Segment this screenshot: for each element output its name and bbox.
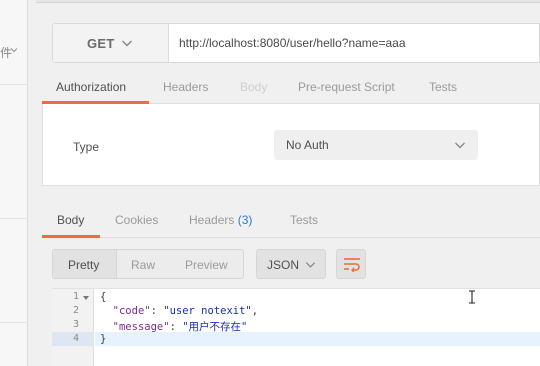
tab-authorization[interactable]: Authorization [56, 80, 126, 94]
view-mode-preview[interactable]: Preview [185, 258, 228, 272]
line-number: 4 [72, 333, 79, 344]
json-key: "code" [112, 305, 151, 317]
tab-response-tests[interactable]: Tests [290, 213, 318, 227]
request-bar: GET http://localhost:8080/user/hello?nam… [52, 23, 540, 63]
tab-body[interactable]: Body [240, 80, 267, 94]
text-cursor-icon [469, 290, 475, 304]
json-colon: : [169, 321, 183, 333]
auth-type-value: No Auth [286, 138, 329, 152]
tab-response-body[interactable]: Body [57, 213, 84, 227]
format-label: JSON [267, 258, 300, 272]
url-input[interactable]: http://localhost:8080/user/hello?name=aa… [179, 36, 406, 50]
line-number: 2 [72, 305, 79, 316]
json-string: "用户不存在" [182, 321, 248, 333]
view-mode-toggle: Pretty Raw Preview [52, 249, 244, 279]
json-brace: } [100, 333, 107, 345]
json-brace: { [100, 291, 107, 303]
wrap-lines-icon [344, 258, 360, 272]
request-tabs: Authorization Headers Body Pre-request S… [42, 72, 540, 104]
headers-count-badge: (3) [237, 213, 253, 227]
auth-type-label: Type [73, 140, 100, 154]
line-number-gutter: 1 2 3 4 [52, 289, 94, 366]
json-string: "user notexit" [163, 305, 252, 317]
tab-pre-request-script[interactable]: Pre-request Script [298, 80, 395, 94]
response-toolbar: Pretty Raw Preview JSON [42, 238, 540, 288]
method-select[interactable]: GET [53, 24, 169, 62]
chevron-down-icon [455, 142, 465, 149]
code-line-4: } [100, 333, 106, 345]
code-line-1: { [100, 291, 106, 303]
auth-type-select[interactable]: No Auth [274, 130, 478, 160]
chevron-down-icon [122, 40, 132, 47]
auth-panel: Type No Auth [42, 104, 540, 186]
view-mode-raw[interactable]: Raw [131, 258, 155, 272]
tab-strip [36, 0, 540, 3]
response-body-editor[interactable]: 1 2 3 4 { "code": "user notexit", "messa… [52, 288, 540, 366]
sidebar-divider [0, 218, 28, 219]
json-comma: , [251, 305, 259, 317]
sidebar-divider [0, 84, 28, 85]
fold-arrow-icon[interactable] [83, 295, 89, 301]
sidebar: 件 [0, 0, 28, 366]
line-number: 3 [72, 319, 79, 330]
line-number: 1 [72, 291, 79, 302]
wrap-lines-button[interactable] [336, 249, 366, 279]
method-label: GET [87, 36, 115, 51]
json-key: "message" [112, 321, 170, 333]
tab-cookies[interactable]: Cookies [115, 213, 158, 227]
chevron-down-icon [305, 262, 316, 268]
response-tabs: Body Cookies Headers (3) Tests [42, 200, 540, 238]
view-mode-pretty[interactable]: Pretty [68, 258, 99, 272]
code-line-3: "message": "用户不存在" [100, 319, 248, 334]
tab-headers[interactable]: Headers [163, 80, 208, 94]
format-select[interactable]: JSON [256, 249, 326, 279]
code-line-2: "code": "user notexit", [100, 305, 258, 317]
tab-tests[interactable]: Tests [429, 80, 457, 94]
tab-response-headers-label: Headers [189, 213, 235, 227]
sidebar-divider [0, 322, 28, 323]
tab-response-headers[interactable]: Headers (3) [189, 213, 252, 227]
json-colon: : [150, 305, 164, 317]
chevron-down-icon[interactable] [10, 46, 18, 54]
active-line-highlight [95, 332, 540, 346]
main-panel: GET http://localhost:8080/user/hello?nam… [28, 0, 540, 366]
